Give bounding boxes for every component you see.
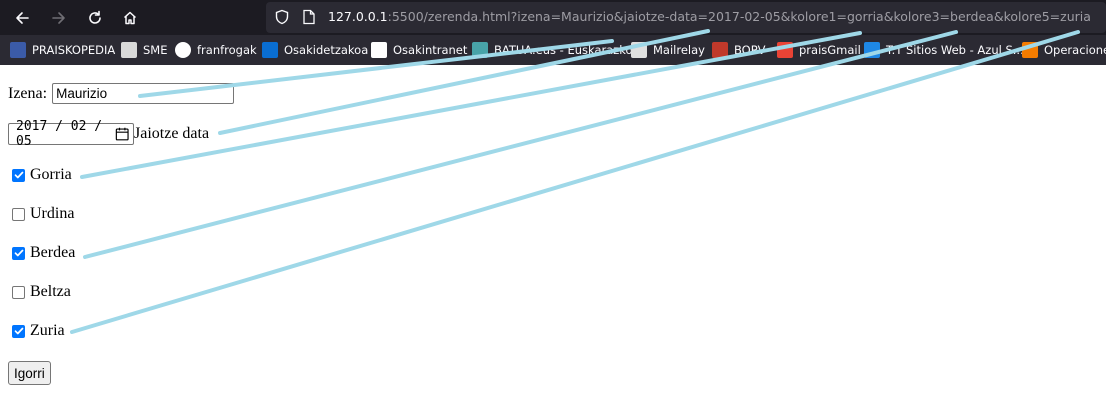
batua-icon (472, 42, 488, 58)
date-row: 2017 / 02 / 05 Jaiotze data (8, 119, 210, 149)
forward-button[interactable] (46, 5, 72, 31)
checkbox-berdea[interactable] (12, 246, 25, 260)
bookmark-franfrogak[interactable]: franfrogak (175, 42, 257, 58)
birth-date-input[interactable]: 2017 / 02 / 05 (8, 119, 134, 149)
triangle-icon (1022, 42, 1038, 58)
color-form: Izena: 2017 / 02 / 05 Jaiotze data Gorri… (0, 65, 1106, 403)
bookmark-label: praisGmail (799, 43, 861, 57)
color-option-beltza: Beltza (8, 283, 71, 301)
checkbox-label: Beltza (30, 283, 71, 300)
bookmark-label: Osakidetzakoa (284, 43, 369, 57)
bookmark-sme[interactable]: SME (121, 42, 168, 58)
url-text[interactable]: 127.0.0.1:5500/zerenda.html?izena=Mauriz… (328, 9, 1091, 24)
bookmark-batua[interactable]: BATUA.eus - Euskarazko... (472, 42, 643, 58)
shield-icon[interactable] (274, 9, 290, 25)
name-row: Izena: (8, 83, 235, 104)
checkbox-zuria[interactable] (12, 324, 25, 338)
checkbox-label: Berdea (30, 244, 76, 261)
reload-button[interactable] (82, 5, 108, 31)
bookmark-operaciones[interactable]: Operaciones (1022, 42, 1106, 58)
praiskopedia-icon (10, 42, 26, 58)
sap-icon (262, 42, 278, 58)
checkbox-beltza[interactable] (12, 285, 25, 299)
bookmark-mailrelay[interactable]: Mailrelay (631, 42, 705, 58)
name-input[interactable] (52, 83, 235, 104)
image-icon (631, 42, 647, 58)
sitios-icon (864, 42, 880, 58)
date-value: 2017 / 02 / 05 (16, 119, 103, 149)
name-label: Izena: (8, 84, 48, 102)
bookmark-label: BOPV (734, 43, 766, 57)
checkbox-gorria[interactable] (12, 168, 25, 182)
color-option-zuria: Zuria (8, 322, 65, 340)
bookmark-praiskopedia[interactable]: PRAISKOPEDIA (10, 42, 115, 58)
checkbox-label: Urdina (30, 205, 75, 222)
page-icon[interactable] (302, 9, 316, 25)
home-button[interactable] (117, 5, 143, 31)
date-label: Jaiotze data (134, 125, 210, 142)
bopv-icon (712, 42, 728, 58)
color-option-berdea: Berdea (8, 244, 75, 262)
home-icon (123, 11, 137, 25)
back-button[interactable] (9, 5, 35, 31)
bookmark-label: Osakintranet (393, 43, 468, 57)
checkbox-label: Zuria (30, 322, 65, 339)
gmail-icon (777, 42, 793, 58)
checkmark-icon (14, 171, 23, 179)
bookmark-label: Operaciones (1044, 43, 1106, 57)
film-icon (121, 42, 137, 58)
bookmark-label: BATUA.eus - Euskarazko... (494, 43, 644, 57)
address-bar[interactable]: 127.0.0.1:5500/zerenda.html?izena=Mauriz… (266, 2, 1106, 33)
url-host: 127.0.0.1 (328, 9, 388, 24)
calendar-icon[interactable] (115, 126, 129, 142)
color-option-gorria: Gorria (8, 166, 72, 184)
checkbox-urdina[interactable] (12, 207, 25, 221)
bookmark-sitios-web[interactable]: T.T Sitios Web - Azul S... (864, 42, 1024, 58)
back-arrow-icon (16, 12, 29, 24)
forward-arrow-icon (52, 12, 65, 24)
browser-toolbar: 127.0.0.1:5500/zerenda.html?izena=Mauriz… (0, 0, 1106, 35)
checkbox-label: Gorria (30, 166, 72, 183)
color-option-urdina: Urdina (8, 205, 74, 223)
bookmark-label: SME (143, 43, 168, 57)
bookmark-label: T.T Sitios Web - Azul S... (886, 43, 1024, 57)
bookmark-osakidetzakoa[interactable]: Osakidetzakoa (262, 42, 368, 58)
bookmark-label: PRAISKOPEDIA (32, 43, 116, 57)
bookmark-label: franfrogak (197, 43, 257, 57)
bookmark-label: Mailrelay (653, 43, 705, 57)
bookmarks-bar: PRAISKOPEDIA SME franfrogak Osakidetzako… (0, 35, 1106, 65)
bookmark-osakintranet[interactable]: Osakintranet (371, 42, 467, 58)
bookmark-praisgmail[interactable]: praisGmail (777, 42, 861, 58)
wordpress-icon (175, 42, 191, 58)
checkmark-icon (14, 327, 23, 335)
osakidetza-icon (371, 42, 387, 58)
bookmark-bopv[interactable]: BOPV (712, 42, 766, 58)
submit-button[interactable]: Igorri (8, 361, 51, 385)
reload-icon (89, 10, 101, 24)
url-path: :5500/zerenda.html?izena=Maurizio&jaiotz… (387, 9, 1091, 24)
checkmark-icon (14, 249, 23, 257)
